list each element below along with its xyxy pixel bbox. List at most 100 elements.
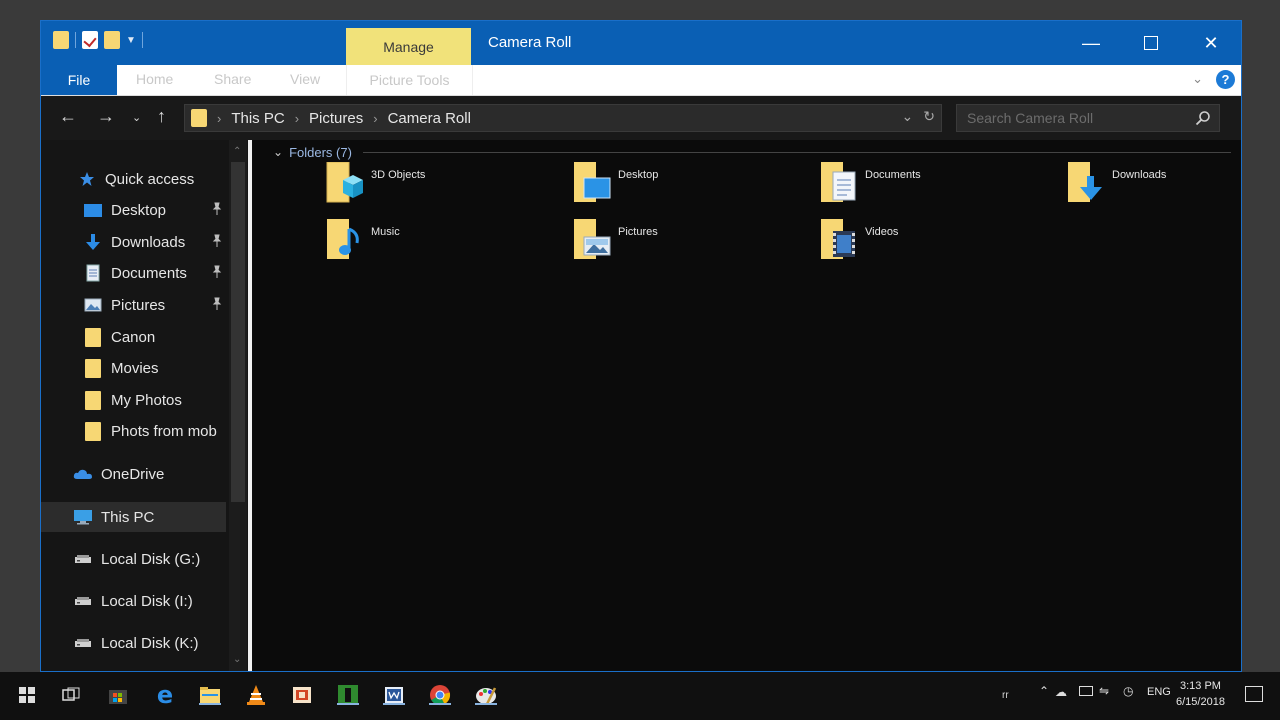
sidebar-item-local-disk-k[interactable]: Local Disk (K:) — [41, 628, 226, 658]
sidebar-scrollbar[interactable]: ⌃ ⌄ — [229, 140, 247, 671]
word-icon — [385, 687, 403, 703]
sidebar-item-local-disk-g[interactable]: Local Disk (G:) — [41, 544, 226, 574]
show-hidden-icons-chevron-icon[interactable]: ⌃ — [1039, 684, 1049, 698]
pin-icon[interactable] — [210, 265, 224, 279]
navigation-bar: ← → ⌄ ↑ › This PC › Pictures › Camera Ro… — [41, 96, 1241, 140]
folder-tile-3d-objects[interactable]: 3D Objects — [325, 162, 555, 208]
quick-access-toolbar: ▼ — [53, 31, 143, 49]
sidebar-item-canon[interactable]: Canon — [41, 322, 226, 352]
tab-share[interactable]: Share — [214, 71, 251, 87]
file-explorer-icon — [200, 687, 220, 703]
powerpoint-button[interactable] — [289, 682, 315, 708]
properties-icon[interactable] — [82, 31, 98, 49]
sidebar-item-label: Canon — [111, 328, 156, 346]
start-button[interactable] — [14, 682, 40, 708]
expand-ribbon-icon[interactable]: ⌄ — [1192, 71, 1203, 87]
sidebar-item-local-disk-i[interactable]: Local Disk (I:) — [41, 586, 226, 616]
action-center-icon[interactable] — [1245, 686, 1263, 702]
active-indicator — [199, 703, 221, 705]
breadcrumb-this-pc[interactable]: This PC — [231, 110, 284, 127]
breadcrumb-separator[interactable]: › — [295, 111, 299, 126]
manage-tab[interactable]: Manage — [346, 28, 471, 65]
scrollbar-thumb[interactable] — [231, 162, 245, 502]
drive-icon — [73, 549, 93, 569]
scroll-down-icon[interactable]: ⌄ — [233, 654, 241, 665]
breadcrumb-separator[interactable]: › — [373, 111, 377, 126]
pin-icon[interactable] — [210, 234, 224, 248]
tab-home[interactable]: Home — [136, 71, 173, 87]
language-indicator[interactable]: ENG — [1147, 686, 1171, 698]
sidebar-item-phots-from-mob[interactable]: Phots from mob — [41, 416, 226, 446]
pin-icon[interactable] — [210, 202, 224, 216]
scroll-up-icon[interactable]: ⌃ — [233, 146, 241, 157]
clock-time: 3:13 PM — [1179, 680, 1221, 692]
videos-folder-icon — [821, 219, 855, 259]
up-arrow-icon[interactable]: ↑ — [157, 106, 166, 127]
back-arrow-icon[interactable]: ← — [59, 106, 77, 127]
search-input[interactable] — [965, 109, 1189, 127]
new-folder-icon[interactable] — [104, 31, 120, 49]
group-header-folders[interactable]: ⌄ Folders (7) — [273, 142, 352, 162]
sidebar-item-label: My Photos — [111, 391, 182, 409]
sidebar-item-downloads[interactable]: Downloads — [41, 227, 226, 257]
word-button[interactable] — [381, 682, 407, 708]
download-icon — [83, 232, 103, 252]
search-icon[interactable] — [1195, 110, 1211, 126]
network-icon[interactable]: ⇋ — [1099, 684, 1109, 698]
drive-icon — [73, 591, 93, 611]
vlc-button[interactable] — [243, 682, 269, 708]
minimize-button[interactable]: — — [1061, 21, 1121, 65]
paint-button[interactable] — [473, 682, 499, 708]
sidebar-item-onedrive[interactable]: OneDrive — [41, 459, 226, 489]
breadcrumb-pictures[interactable]: Pictures — [309, 110, 363, 127]
refresh-icon[interactable]: ↻ — [923, 108, 935, 125]
people-icon[interactable]: ᵣᵣ — [1002, 684, 1009, 700]
folder-tile-music[interactable]: Music — [325, 219, 555, 265]
onedrive-tray-icon[interactable]: ☁ — [1055, 685, 1067, 699]
sidebar-item-pictures[interactable]: Pictures — [41, 290, 226, 320]
chrome-button[interactable] — [427, 682, 453, 708]
folder-tile-documents[interactable]: Documents — [819, 162, 1049, 208]
help-icon[interactable]: ? — [1216, 70, 1235, 89]
file-tab[interactable]: File — [41, 65, 117, 95]
search-box[interactable] — [956, 104, 1220, 132]
pane-splitter[interactable] — [248, 140, 252, 671]
folder-tile-downloads[interactable]: Downloads — [1066, 162, 1241, 208]
downloads-folder-icon — [1068, 162, 1102, 202]
address-actions: ⌄ ↻ — [902, 108, 935, 125]
close-button[interactable]: ✕ — [1181, 21, 1241, 65]
sidebar-item-my-photos[interactable]: My Photos — [41, 385, 226, 415]
clock[interactable]: 3:13 PM 6/15/2018 — [1176, 678, 1225, 710]
sidebar-item-quick-access[interactable]: Quick access — [41, 164, 226, 194]
picture-tools-tab[interactable]: Picture Tools — [346, 65, 473, 95]
forward-arrow-icon[interactable]: → — [97, 106, 115, 127]
wifi-icon[interactable]: ◷ — [1123, 684, 1133, 698]
folder-tile-videos[interactable]: Videos — [819, 219, 1049, 265]
chevron-down-icon[interactable]: ⌄ — [902, 108, 914, 125]
chevron-down-icon[interactable]: ▼ — [126, 35, 136, 46]
breadcrumb-camera-roll[interactable]: Camera Roll — [388, 110, 471, 127]
battery-icon[interactable] — [1079, 686, 1093, 696]
folder-tile-desktop[interactable]: Desktop — [572, 162, 802, 208]
address-bar[interactable]: › This PC › Pictures › Camera Roll ⌄ ↻ — [184, 104, 942, 132]
title-bar[interactable]: ▼ Manage Camera Roll — ✕ — [41, 21, 1241, 65]
folder-name: Videos — [865, 226, 899, 238]
camtasia-button[interactable] — [335, 682, 361, 708]
pin-icon[interactable] — [210, 297, 224, 311]
desktop-folder-icon — [574, 162, 611, 202]
edge-button[interactable]: e — [152, 681, 178, 709]
tab-view[interactable]: View — [290, 71, 320, 87]
chevron-down-icon[interactable]: ⌄ — [273, 145, 283, 159]
sidebar-item-documents[interactable]: Documents — [41, 258, 226, 288]
recent-locations-chevron-icon[interactable]: ⌄ — [132, 111, 141, 124]
sidebar-item-this-pc[interactable]: This PC — [41, 502, 226, 532]
maximize-button[interactable] — [1121, 21, 1181, 65]
task-view-button[interactable] — [58, 682, 84, 708]
sidebar-item-movies[interactable]: Movies — [41, 353, 226, 383]
sidebar-item-desktop[interactable]: Desktop — [41, 195, 226, 225]
breadcrumb-separator[interactable]: › — [217, 111, 221, 126]
file-explorer-button[interactable] — [197, 682, 223, 708]
close-icon: ✕ — [1203, 32, 1219, 53]
folder-tile-pictures[interactable]: Pictures — [572, 219, 802, 265]
store-button[interactable] — [105, 682, 131, 708]
